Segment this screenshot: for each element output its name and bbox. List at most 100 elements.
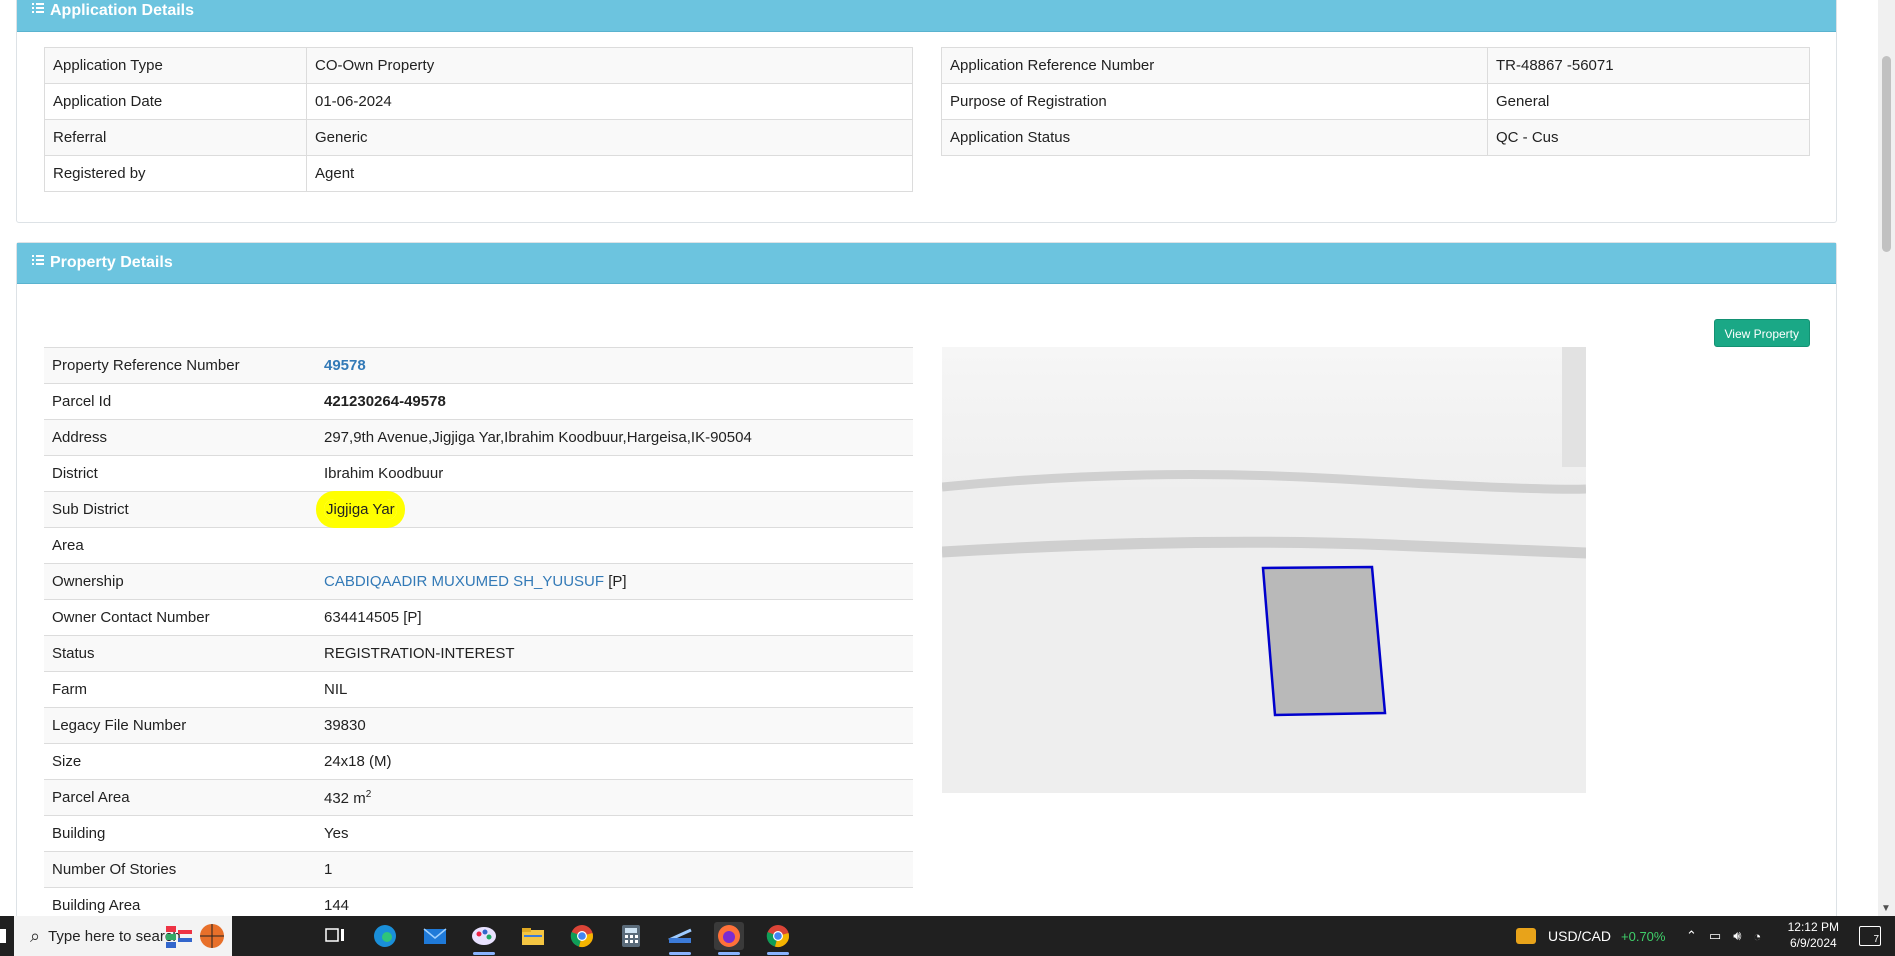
row-label: Property Reference Number	[44, 347, 316, 384]
chrome-icon[interactable]	[763, 922, 793, 955]
row-label: Status	[44, 635, 316, 672]
notification-icon[interactable]: 7	[1859, 926, 1881, 946]
table-row: Size 24x18 (M)	[44, 743, 913, 780]
application-details-left-table: Application Type CO-Own Property Applicat…	[44, 47, 913, 192]
view-property-button[interactable]: View Property	[1713, 319, 1810, 347]
row-value: 432 m2	[316, 779, 913, 816]
row-value: Ibrahim Koodbuur	[316, 455, 913, 492]
row-value: Agent	[306, 155, 913, 192]
table-row: Registered by Agent	[44, 155, 913, 192]
start-button-icon[interactable]	[0, 929, 6, 943]
map-edge	[1562, 347, 1586, 467]
scroll-down-arrow-icon[interactable]: ▼	[1881, 903, 1891, 914]
application-details-panel: Application Details Application Type CO-O…	[16, 0, 1837, 223]
parcel-polygon[interactable]	[1261, 565, 1387, 717]
table-row: Legacy File Number 39830	[44, 707, 913, 744]
taskbar: ⌕ Type here to search USD/CAD +0.70% ⌃ ▭…	[0, 916, 1895, 956]
table-row: Sub District Jigjiga Yar	[44, 491, 913, 528]
parcel-area-sup: 2	[365, 788, 372, 800]
clock-date: 6/9/2024	[1789, 936, 1837, 950]
meet-now-icon[interactable]: ▭	[1709, 928, 1721, 944]
snipping-tool-icon[interactable]	[665, 922, 695, 955]
property-reference-link[interactable]: 49578	[324, 357, 366, 374]
row-value: CABDIQAADIR MUXUMED SH_YUUSUF [P]	[316, 563, 913, 600]
panel-title: Property Details	[50, 254, 173, 271]
row-label: Number Of Stories	[44, 851, 316, 888]
property-details-table: Property Reference Number 49578 Parcel Id…	[44, 347, 913, 916]
row-value: CO-Own Property	[306, 47, 913, 84]
property-details-header[interactable]: Property Details	[17, 243, 1836, 284]
table-row: Building Yes	[44, 815, 913, 852]
chevron-up-icon[interactable]: ⌃	[1686, 928, 1697, 944]
file-explorer-icon[interactable]	[518, 922, 548, 950]
parcel-map[interactable]	[942, 347, 1586, 793]
list-icon	[32, 253, 44, 265]
row-label: Application Status	[941, 119, 1488, 156]
page-viewport: Application Details Application Type CO-O…	[0, 0, 1895, 916]
table-row: Purpose of Registration General	[941, 83, 1810, 120]
row-label: Sub District	[44, 491, 316, 528]
parcel-id-value: 421230264-49578	[324, 393, 446, 410]
row-value: 1	[316, 851, 913, 888]
firefox-icon[interactable]	[714, 922, 744, 955]
row-label: Parcel Area	[44, 779, 316, 816]
parcel-map-svg	[942, 347, 1586, 793]
table-row: Parcel Id 421230264-49578	[44, 383, 913, 420]
row-label: Farm	[44, 671, 316, 708]
row-value: Generic	[306, 119, 913, 156]
vertical-scrollbar[interactable]: ▼	[1878, 0, 1895, 916]
application-details-header[interactable]: Application Details	[17, 0, 1836, 32]
row-value: QC - Cus	[1487, 119, 1810, 156]
table-row: Farm NIL	[44, 671, 913, 708]
network-icon[interactable]: ◔	[1753, 929, 1761, 944]
search-highlight-icon	[164, 922, 226, 950]
row-value: 49578	[316, 347, 913, 384]
table-row: Ownership CABDIQAADIR MUXUMED SH_YUUSUF […	[44, 563, 913, 600]
taskbar-search[interactable]: ⌕ Type here to search	[14, 916, 232, 956]
paint-app-icon[interactable]	[469, 922, 499, 955]
row-value	[316, 527, 913, 564]
row-label: Parcel Id	[44, 383, 316, 420]
row-value: 24x18 (M)	[316, 743, 913, 780]
row-value: General	[1487, 83, 1810, 120]
owner-link[interactable]: CABDIQAADIR MUXUMED SH_YUUSUF	[324, 573, 604, 590]
ticker-label: USD/CAD	[1548, 928, 1612, 944]
taskbar-clock[interactable]: 12:12 PM 6/9/2024	[1788, 919, 1839, 951]
task-view-icon[interactable]	[320, 922, 350, 950]
clock-time: 12:12 PM	[1787, 920, 1839, 934]
chrome-icon[interactable]	[567, 922, 597, 950]
owner-suffix: [P]	[608, 573, 627, 590]
map-area	[942, 347, 1586, 487]
table-row: Address 297,9th Avenue,Jigjiga Yar,Ibrahi…	[44, 419, 913, 456]
row-value: REGISTRATION-INTEREST	[316, 635, 913, 672]
table-row: Application Type CO-Own Property	[44, 47, 913, 84]
row-label: Legacy File Number	[44, 707, 316, 744]
table-row: Parcel Area 432 m2	[44, 779, 913, 816]
scrollbar-thumb[interactable]	[1882, 56, 1891, 252]
property-details-panel: Property Details View Property Property …	[16, 242, 1837, 916]
row-label: Building	[44, 815, 316, 852]
row-label: Application Reference Number	[941, 47, 1488, 84]
ticker-change: +0.70%	[1621, 928, 1666, 944]
row-label: Owner Contact Number	[44, 599, 316, 636]
row-value: NIL	[316, 671, 913, 708]
table-row: District Ibrahim Koodbuur	[44, 455, 913, 492]
list-icon	[32, 1, 44, 13]
table-row: Building Area 144	[44, 887, 913, 916]
row-value: 297,9th Avenue,Jigjiga Yar,Ibrahim Koodb…	[316, 419, 913, 456]
system-tray: ⌃ ▭ 🔊︎ ◔	[1686, 916, 1761, 956]
ticker-widget[interactable]: USD/CAD +0.70%	[1516, 916, 1665, 956]
row-label: Ownership	[44, 563, 316, 600]
edge-browser-icon[interactable]	[370, 922, 400, 950]
speaker-icon[interactable]: 🔊︎	[1733, 928, 1741, 944]
mail-icon[interactable]	[420, 922, 450, 950]
row-label: Size	[44, 743, 316, 780]
table-row: Owner Contact Number 634414505 [P]	[44, 599, 913, 636]
row-label: District	[44, 455, 316, 492]
row-label: Address	[44, 419, 316, 456]
row-value: 01-06-2024	[306, 83, 913, 120]
calculator-icon[interactable]	[616, 922, 646, 950]
row-value: Jigjiga Yar	[316, 491, 913, 528]
search-placeholder: Type here to search	[48, 927, 181, 945]
table-row: Status REGISTRATION-INTEREST	[44, 635, 913, 672]
